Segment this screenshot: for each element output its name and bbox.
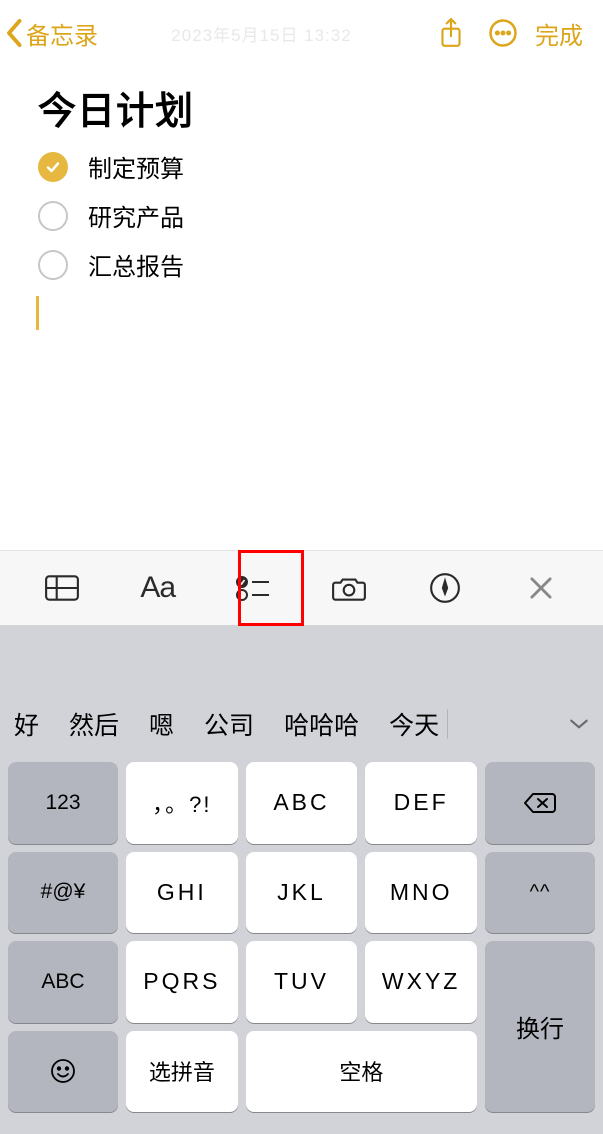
key-pqrs[interactable]: PQRS <box>126 941 238 1023</box>
back-button[interactable]: 备忘录 <box>6 16 98 51</box>
key-punctuation[interactable]: ，。?! <box>126 762 238 844</box>
back-label: 备忘录 <box>26 16 98 51</box>
candidate-divider <box>447 709 448 739</box>
table-icon <box>44 573 80 603</box>
key-mode-abc[interactable]: ABC <box>8 941 118 1023</box>
checklist-item[interactable]: 汇总报告 <box>38 247 565 282</box>
candidate-word[interactable]: 公司 <box>204 706 254 742</box>
key-ghi[interactable]: GHI <box>126 852 238 934</box>
text-format-button[interactable]: Aa <box>122 559 194 617</box>
key-grid: 123 ，。?! ABC DEF #@¥ GHI JKL MNO ^^ ABC … <box>0 754 603 1120</box>
ellipsis-circle-icon <box>488 18 518 48</box>
close-icon <box>528 575 554 601</box>
checkbox-unchecked[interactable] <box>38 250 68 280</box>
key-123[interactable]: 123 <box>8 762 118 844</box>
format-toolbar: Aa <box>0 550 603 626</box>
checklist-button[interactable] <box>218 559 290 617</box>
pen-circle-icon <box>429 572 461 604</box>
candidate-word[interactable]: 好 <box>14 706 39 742</box>
key-symbols[interactable]: #@¥ <box>8 852 118 934</box>
key-def[interactable]: DEF <box>365 762 477 844</box>
emoji-icon <box>49 1057 77 1085</box>
checklist-item-text[interactable]: 制定预算 <box>88 149 184 184</box>
key-return[interactable]: 换行 <box>485 941 595 1112</box>
aa-icon: Aa <box>140 571 175 605</box>
candidate-bar: 好 然后 嗯 公司 哈哈哈 今天 <box>0 694 603 754</box>
checkbox-unchecked[interactable] <box>38 201 68 231</box>
key-mno[interactable]: MNO <box>365 852 477 934</box>
nav-bar: 备忘录 2023年5月15日 13:32 完成 <box>0 0 603 66</box>
key-abc[interactable]: ABC <box>246 762 358 844</box>
key-backspace[interactable] <box>485 762 595 844</box>
expand-candidates-button[interactable] <box>559 717 599 731</box>
key-space[interactable]: 空格 <box>246 1031 477 1113</box>
share-button[interactable] <box>425 11 477 55</box>
chevron-left-icon <box>6 18 24 48</box>
key-select-pinyin[interactable]: 选拼音 <box>126 1031 238 1113</box>
backspace-icon <box>523 791 557 815</box>
candidate-word[interactable]: 嗯 <box>149 706 174 742</box>
key-emoji[interactable] <box>8 1031 118 1113</box>
note-timestamp-ghost: 2023年5月15日 13:32 <box>98 21 425 46</box>
key-tuv[interactable]: TUV <box>246 941 358 1023</box>
table-button[interactable] <box>26 559 98 617</box>
text-cursor-line[interactable] <box>38 296 565 330</box>
key-jkl[interactable]: JKL <box>246 852 358 934</box>
share-icon <box>438 17 464 49</box>
checklist-item-text[interactable]: 研究产品 <box>88 198 184 233</box>
done-button[interactable]: 完成 <box>529 16 591 51</box>
format-toolbar-wrap: Aa <box>0 550 603 626</box>
checkbox-checked[interactable] <box>38 152 68 182</box>
key-wxyz[interactable]: WXYZ <box>365 941 477 1023</box>
camera-button[interactable] <box>313 559 385 617</box>
text-cursor <box>36 296 39 330</box>
checklist-item[interactable]: 研究产品 <box>38 198 565 233</box>
checklist-icon <box>235 573 273 603</box>
note-title[interactable]: 今日计划 <box>38 80 565 135</box>
keyboard: 好 然后 嗯 公司 哈哈哈 今天 123 ，。?! ABC DEF #@¥ GH… <box>0 694 603 1134</box>
chevron-down-icon <box>568 717 590 731</box>
more-button[interactable] <box>477 11 529 55</box>
checklist-item-text[interactable]: 汇总报告 <box>88 247 184 282</box>
checkmark-icon <box>45 159 61 175</box>
markup-button[interactable] <box>409 559 481 617</box>
note-body[interactable]: 今日计划 制定预算 研究产品 汇总报告 <box>0 66 603 550</box>
camera-icon <box>331 573 367 603</box>
key-face[interactable]: ^^ <box>485 852 595 934</box>
keyboard-spacer <box>0 626 603 694</box>
close-keyboard-button[interactable] <box>505 559 577 617</box>
checklist-item[interactable]: 制定预算 <box>38 149 565 184</box>
candidate-word[interactable]: 哈哈哈 <box>284 706 359 742</box>
candidate-word[interactable]: 今天 <box>389 706 439 742</box>
candidate-word[interactable]: 然后 <box>69 706 119 742</box>
